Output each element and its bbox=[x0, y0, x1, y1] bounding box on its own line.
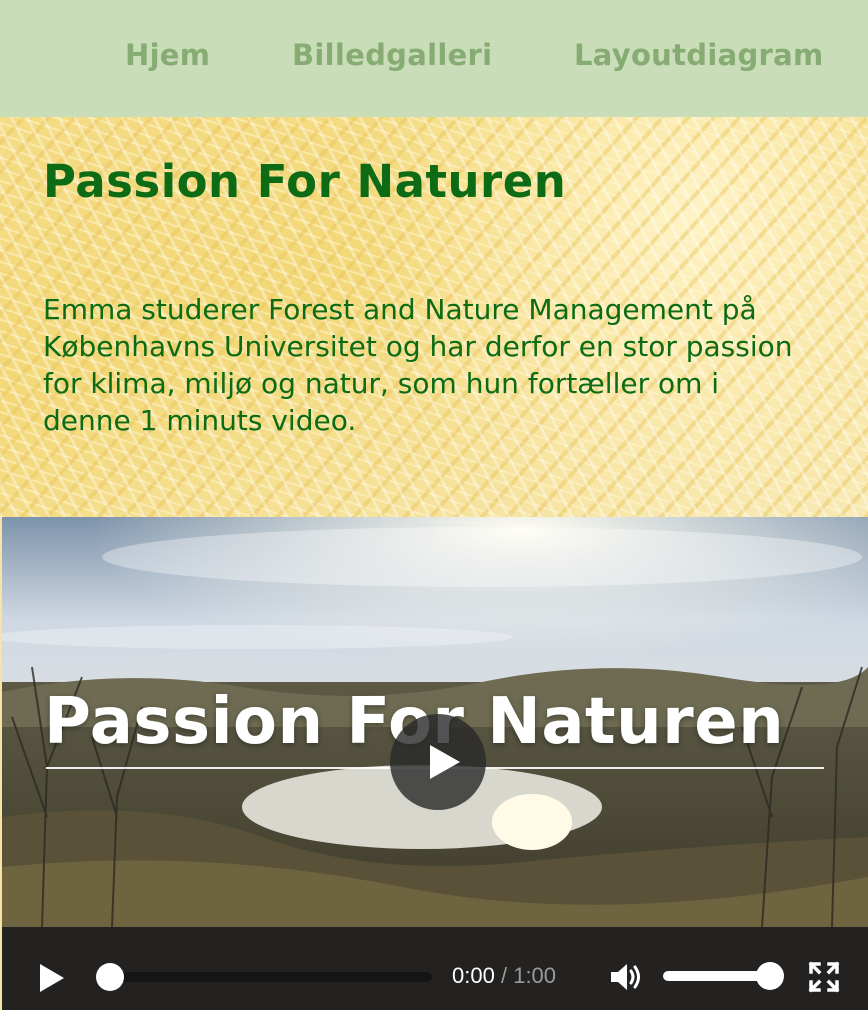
volume-slider[interactable] bbox=[663, 971, 769, 981]
nav-item-hjem[interactable]: Hjem bbox=[125, 38, 210, 72]
volume-thumb[interactable] bbox=[756, 962, 784, 990]
nav-item-layoutdiagram[interactable]: Layoutdiagram bbox=[574, 38, 824, 72]
volume-icon[interactable] bbox=[608, 961, 644, 993]
progress-thumb[interactable] bbox=[96, 963, 124, 991]
big-play-icon[interactable] bbox=[390, 714, 486, 810]
current-time: 0:00 bbox=[452, 963, 495, 988]
nav-item-billedgalleri[interactable]: Billedgalleri bbox=[292, 38, 492, 72]
duration: 1:00 bbox=[513, 963, 557, 988]
fullscreen-icon[interactable] bbox=[807, 960, 841, 994]
intro-paragraph: Emma studerer Forest and Nature Manageme… bbox=[43, 293, 793, 437]
hero-section: Passion For Naturen Emma studerer Forest… bbox=[0, 117, 868, 517]
video-player[interactable]: Passion For Naturen 0:00 / 1:00 bbox=[2, 517, 868, 1010]
time-display: 0:00 / 1:00 bbox=[452, 963, 556, 989]
time-separator: / bbox=[500, 963, 508, 988]
top-navigation: Hjem Billedgalleri Layoutdiagram bbox=[0, 0, 868, 117]
volume-fill bbox=[663, 971, 769, 981]
play-icon[interactable] bbox=[38, 964, 66, 992]
page-title: Passion For Naturen bbox=[43, 155, 567, 208]
video-controls: 0:00 / 1:00 bbox=[2, 927, 868, 1010]
progress-bar[interactable] bbox=[110, 972, 432, 982]
